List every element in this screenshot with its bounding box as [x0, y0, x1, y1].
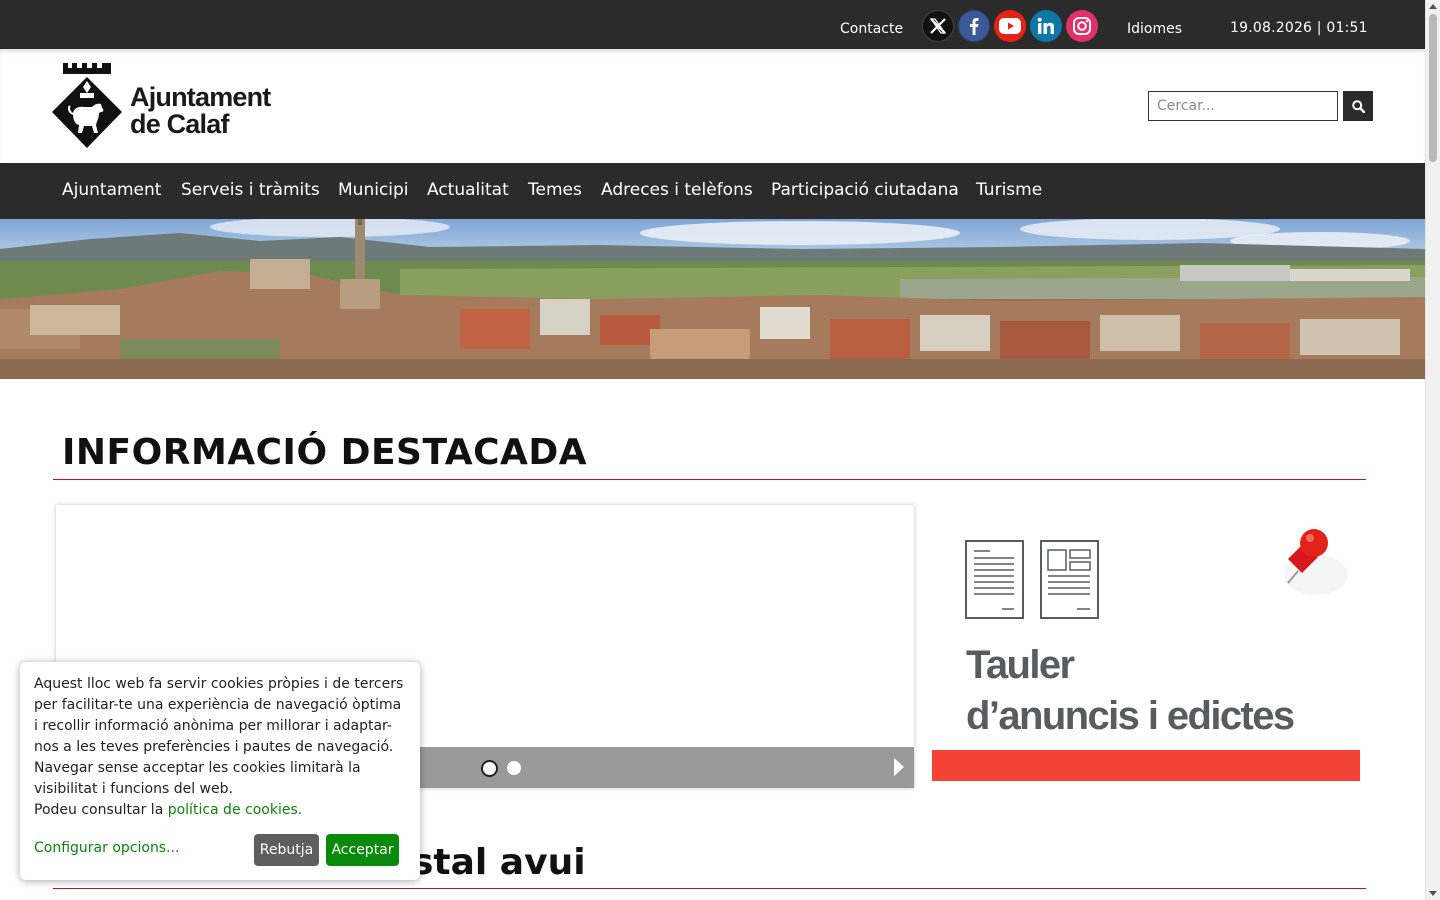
cookie-text-line: visibilitat i funcions del web. — [34, 781, 233, 797]
facebook-icon[interactable] — [958, 10, 990, 42]
cookie-policy-prefix: Podeu consultar la — [34, 802, 168, 818]
second-section-title: stal avui — [412, 842, 586, 883]
section-divider — [53, 479, 1366, 480]
nav-item-actualitat[interactable]: Actualitat — [427, 180, 509, 200]
languages-menu[interactable]: Idiomes — [1127, 21, 1182, 37]
next-arrow-icon[interactable] — [894, 758, 904, 776]
logo-line-1: Ajuntament — [130, 82, 271, 112]
featured-section-title: INFORMACIÓ DESTACADA — [62, 432, 588, 473]
slider-dot-1[interactable] — [481, 760, 498, 777]
cookie-policy-line: Podeu consultar la política de cookies. — [34, 800, 406, 821]
cookie-policy-link[interactable]: política de cookies — [168, 802, 298, 818]
contact-link[interactable]: Contacte — [840, 21, 903, 37]
calaf-shield-icon — [52, 63, 122, 148]
logo-line-2: de Calaf — [130, 109, 229, 139]
nav-item-municipi[interactable]: Municipi — [338, 180, 409, 200]
cookie-text-line: i recollir informació anònima per millor… — [34, 718, 392, 734]
youtube-icon[interactable] — [994, 10, 1026, 42]
x-twitter-icon[interactable] — [922, 10, 954, 42]
nav-item-turisme[interactable]: Turisme — [976, 180, 1042, 200]
cookie-consent-dialog: Aquest lloc web fa servir cookies pròpie… — [20, 662, 420, 880]
site-header: Ajuntament de Calaf — [0, 49, 1425, 163]
cookie-text-line: nos a les teves preferències i pautes de… — [34, 739, 394, 755]
notice-board-card[interactable]: Tauler d’anuncis i edictes — [932, 505, 1360, 781]
scroll-down-arrow-icon[interactable] — [1429, 891, 1437, 896]
nav-item-ajuntament[interactable]: Ajuntament — [62, 180, 161, 200]
nav-item-participacio[interactable]: Participació ciutadana — [771, 180, 959, 200]
cookie-text-line: Navegar sense acceptar les cookies limit… — [34, 760, 361, 776]
notice-board-title: Tauler d’anuncis i edictes — [966, 640, 1295, 742]
vertical-scrollbar[interactable] — [1425, 0, 1440, 900]
cookie-policy-suffix: . — [297, 802, 303, 818]
nav-item-serveis[interactable]: Serveis i tràmits — [181, 180, 320, 200]
notice-board-title-line-1: Tauler — [966, 643, 1075, 687]
scrollbar-thumb[interactable] — [1429, 14, 1437, 162]
nav-item-adreces[interactable]: Adreces i telèfons — [601, 180, 753, 200]
reject-cookies-button[interactable]: Rebutja — [254, 834, 319, 866]
document-icons — [965, 529, 1348, 619]
linkedin-icon[interactable] — [1030, 10, 1062, 42]
configure-cookies-link[interactable]: Configurar opcions... — [34, 838, 179, 859]
date-time: 19.08.2026 | 01:51 — [1230, 20, 1368, 36]
slider-dot-2[interactable] — [507, 761, 521, 775]
section-divider-2 — [53, 888, 1366, 889]
site-logo[interactable]: Ajuntament de Calaf — [52, 62, 292, 150]
notice-board-red-band — [932, 750, 1360, 781]
accept-cookies-button[interactable]: Acceptar — [326, 834, 399, 866]
instagram-icon[interactable] — [1066, 10, 1098, 42]
notice-board-title-line-2: d’anuncis i edictes — [966, 694, 1295, 738]
logo-wordmark: Ajuntament de Calaf — [130, 84, 271, 138]
main-navigation: Ajuntament Serveis i tràmits Municipi Ac… — [0, 163, 1425, 219]
search-button[interactable] — [1343, 91, 1373, 121]
town-banner-image — [0, 219, 1425, 379]
cookie-text-line: Aquest lloc web fa servir cookies pròpie… — [34, 676, 404, 692]
search-input[interactable] — [1148, 91, 1338, 121]
scroll-up-arrow-icon[interactable] — [1429, 4, 1437, 9]
nav-item-temes[interactable]: Temes — [528, 180, 582, 200]
page: Contacte Idiomes 19.08.2026 | 01:51 Ajun… — [0, 0, 1425, 900]
cookie-text-line: per facilitar-te una experiència de nave… — [34, 697, 402, 713]
search-icon — [1351, 99, 1365, 113]
top-bar: Contacte Idiomes 19.08.2026 | 01:51 — [0, 0, 1425, 49]
